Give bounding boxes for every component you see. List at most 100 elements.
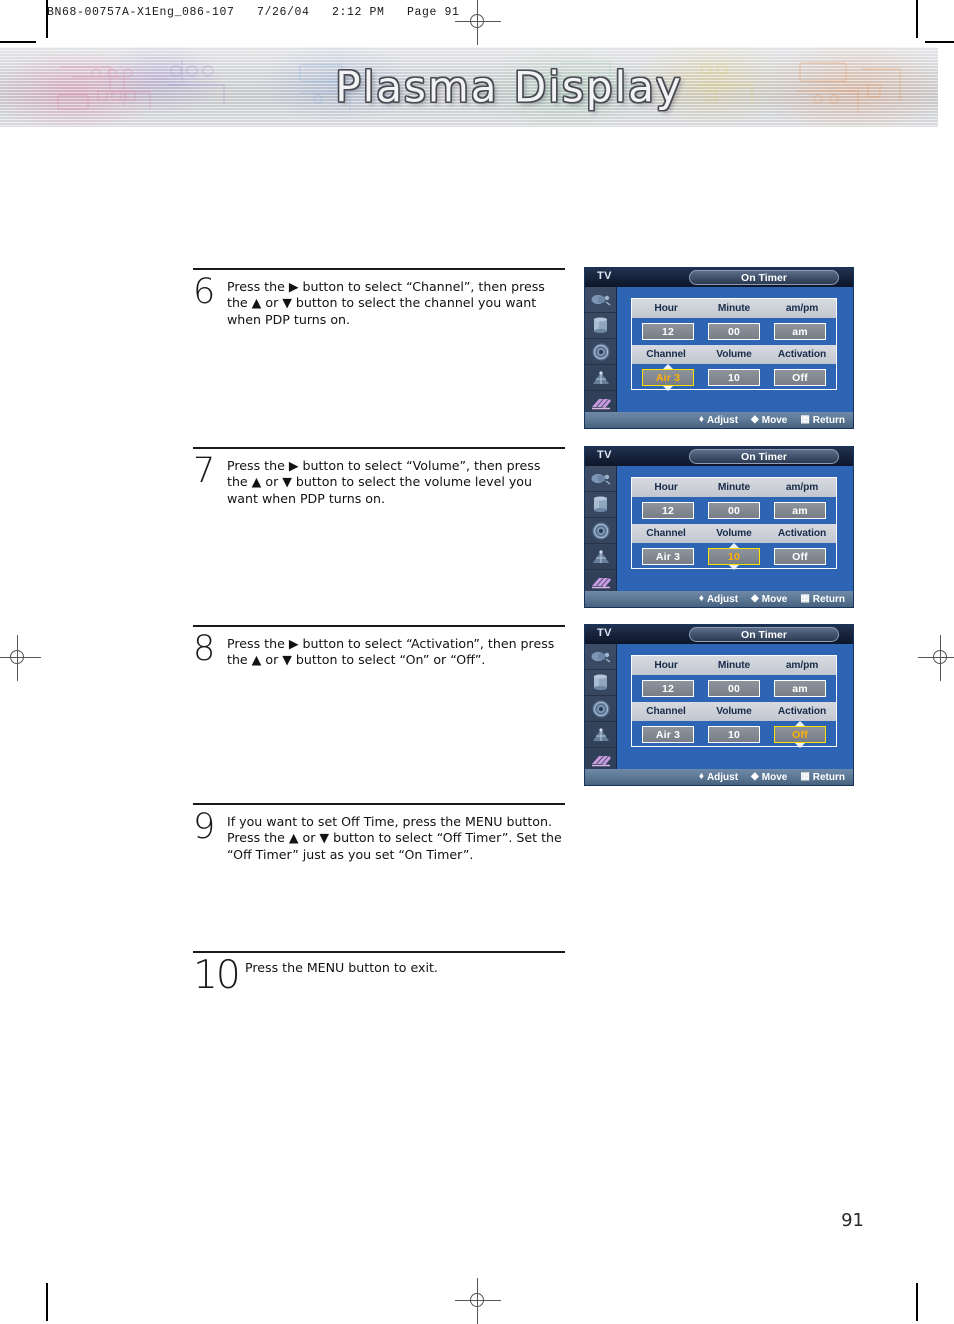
osd-header-ampm: am/pm [785,482,819,493]
step-number: 9 [193,807,215,847]
osd-screenshot-channel: TV On Timer Hour Minute am/pm 12 00 am C… [585,268,853,428]
osd-footer-adjust[interactable]: ♦ Adjust [699,415,738,426]
crop-mark-top-right-vertical [916,0,918,38]
banner-title: Plasma Display [335,62,683,112]
osd-header-minute: Minute [717,303,751,314]
step-text: If you want to set Off Time, press the M… [227,814,562,862]
osd-cell-minute-wrap: 00 [701,497,767,524]
osd-value-row-2: Air 3 10 Off [632,543,836,570]
osd-cell-volume[interactable]: 10 [708,548,760,565]
picture-icon[interactable] [585,313,616,339]
down-arrow-icon[interactable] [729,565,739,570]
sound-icon[interactable] [585,339,616,365]
osd-menu-title-pill: On Timer [689,627,839,642]
osd-footer-move[interactable]: ◆ Move [751,415,787,426]
input-source-icon[interactable] [585,287,616,313]
sound-icon[interactable] [585,696,616,722]
up-arrow-icon[interactable] [663,364,673,369]
osd-cell-ampm[interactable]: am [774,680,826,697]
osd-value-row-2: Air 3 10 Off [632,721,836,748]
down-arrow-icon[interactable] [663,386,673,391]
osd-menu-title: On Timer [741,451,787,463]
osd-footer-adjust-label: Adjust [706,771,739,783]
osd-timer-panel: Hour Minute am/pm 12 00 am Channel Volum… [631,298,837,391]
step-number: 6 [193,272,215,312]
osd-value-row-1: 12 00 am [632,497,836,524]
osd-footer-return[interactable]: ▦ Return [800,772,845,783]
osd-header-row-2: Channel Volume Activation [632,524,836,543]
osd-sidebar [585,466,617,607]
osd-cell-activation-wrap: Off [767,364,833,391]
osd-cell-activation[interactable]: Off [774,369,826,386]
registration-mark-left [0,635,41,681]
channel-antenna-icon[interactable] [585,722,616,748]
input-source-icon[interactable] [585,644,616,670]
osd-cell-volume-wrap: 10 [701,364,767,391]
osd-menu-title-pill: On Timer [689,449,839,464]
osd-footer-return[interactable]: ▦ Return [800,415,845,426]
step-divider [193,268,565,271]
osd-cell-channel-wrap: Air 3 [635,543,701,570]
osd-header-volume: Volume [716,349,752,360]
osd-cell-channel[interactable]: Air 3 [642,548,694,565]
osd-header-channel: Channel [646,349,686,360]
osd-footer-move-label: Move [761,771,788,783]
osd-cell-minute[interactable]: 00 [708,680,760,697]
osd-footer-adjust[interactable]: ♦ Adjust [699,772,738,783]
crop-mark-bottom-right-vertical [916,1283,918,1321]
osd-footer-adjust[interactable]: ♦ Adjust [699,594,738,605]
picture-icon[interactable] [585,492,616,518]
down-arrow-icon[interactable] [795,743,805,748]
osd-cell-ampm[interactable]: am [774,502,826,519]
osd-header-row-1: Hour Minute am/pm [632,656,836,675]
page-number: 91 [841,1210,864,1231]
osd-cell-minute-wrap: 00 [701,318,767,345]
osd-footer-return-label: Return [812,771,845,783]
left-right-arrows-icon: ◆ [751,593,759,604]
osd-footer-return-label: Return [812,593,845,605]
osd-titlebar: TV On Timer [585,447,853,466]
step-text: Press the ▶ button to select “Volume”, t… [227,458,541,506]
registration-mark-top [455,0,501,45]
step-text: Press the ▶ button to select “Activation… [227,636,555,668]
picture-icon[interactable] [585,670,616,696]
osd-footer-adjust-label: Adjust [706,593,739,605]
sound-icon[interactable] [585,518,616,544]
osd-cell-hour-wrap: 12 [635,497,701,524]
osd-footer-move[interactable]: ◆ Move [751,772,787,783]
step-divider [193,951,565,954]
channel-antenna-icon[interactable] [585,365,616,391]
osd-footer-move-label: Move [761,414,788,426]
menu-button-icon: ▦ [800,771,810,782]
osd-cell-activation[interactable]: Off [774,548,826,565]
step-divider [193,625,565,628]
osd-header-activation: Activation [777,349,827,360]
osd-cell-hour-wrap: 12 [635,318,701,345]
osd-footer-return[interactable]: ▦ Return [800,594,845,605]
osd-cell-hour[interactable]: 12 [642,502,694,519]
osd-sidebar [585,644,617,785]
osd-cell-minute[interactable]: 00 [708,502,760,519]
osd-cell-volume[interactable]: 10 [708,726,760,743]
input-source-icon[interactable] [585,466,616,492]
osd-cell-hour[interactable]: 12 [642,323,694,340]
channel-antenna-icon[interactable] [585,544,616,570]
crop-mark-top-right-horizontal [925,41,954,43]
osd-footer: ♦ Adjust ◆ Move ▦ Return [585,769,853,785]
osd-cell-activation-wrap: Off [767,721,833,748]
osd-cell-ampm[interactable]: am [774,323,826,340]
osd-header-volume: Volume [716,528,752,539]
step-number: 7 [193,451,215,491]
osd-cell-minute[interactable]: 00 [708,323,760,340]
up-arrow-icon[interactable] [729,543,739,548]
osd-cell-channel[interactable]: Air 3 [642,726,694,743]
osd-cell-hour[interactable]: 12 [642,680,694,697]
osd-footer-move[interactable]: ◆ Move [751,594,787,605]
step-number: 10 [193,953,241,998]
up-arrow-icon[interactable] [795,721,805,726]
osd-menu-title: On Timer [741,272,787,284]
osd-cell-channel[interactable]: Air 3 [642,369,694,386]
osd-cell-activation[interactable]: Off [774,726,826,743]
osd-cell-volume-wrap: 10 [701,721,767,748]
osd-cell-volume[interactable]: 10 [708,369,760,386]
